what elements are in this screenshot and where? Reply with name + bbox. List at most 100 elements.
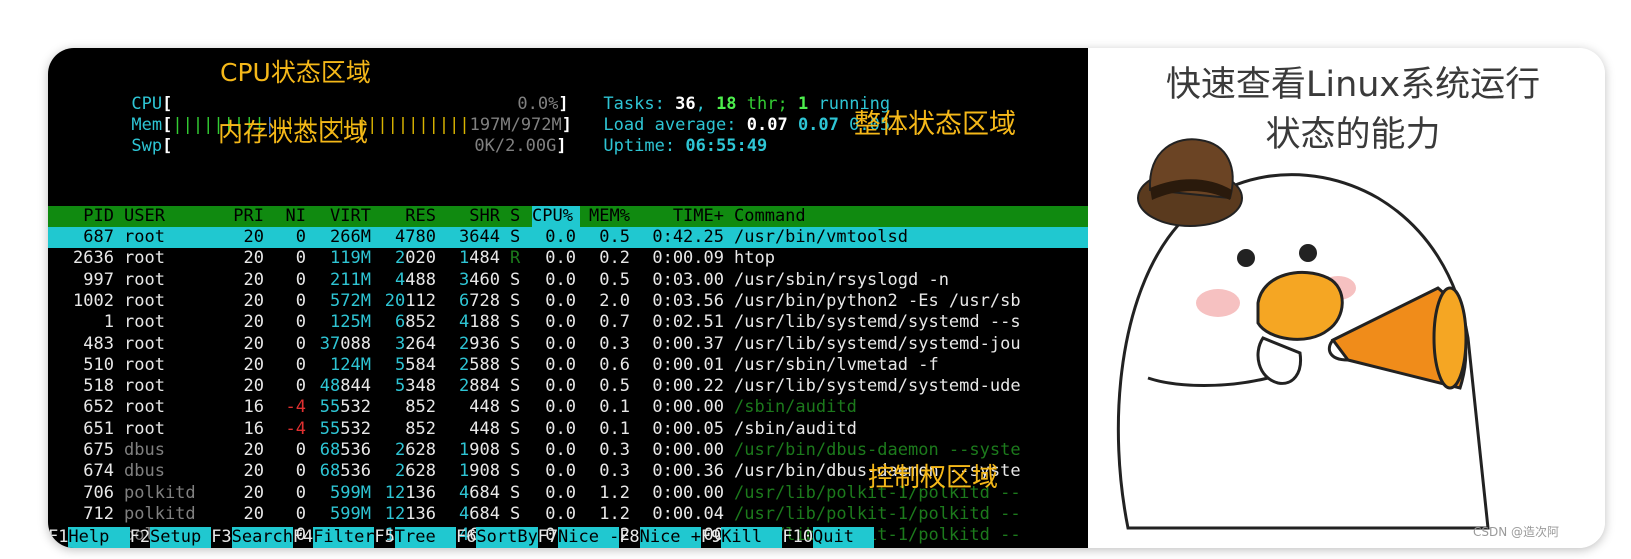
cell-cpu: 0.0: [545, 227, 576, 247]
cell-time: 0:00.00: [652, 482, 724, 503]
fkey-label-f9[interactable]: Kill: [721, 527, 783, 548]
cell-res: 5584: [395, 355, 436, 376]
cell-highlight: 48: [319, 376, 341, 397]
cell-time: 0:00.01: [652, 354, 724, 375]
process-row[interactable]: 483 root 20 0 37088 3264 2936 S 0.0 0.3 0:00.37/us…: [48, 334, 1088, 355]
fkey-f9[interactable]: F9: [701, 527, 721, 548]
process-row[interactable]: 675 dbus 20 0 68536 2628 1908 S 0.0 0.3 0:00.00/us…: [48, 440, 1088, 461]
column-s[interactable]: S: [510, 206, 520, 227]
cell-pri: 20: [243, 227, 264, 247]
cell-highlight: 1: [459, 440, 470, 460]
cell-highlight: 2: [459, 376, 470, 397]
cell-pri: 20: [243, 461, 264, 482]
fkey-f2[interactable]: F2: [130, 527, 150, 548]
cell-user: dbus: [124, 461, 165, 482]
cell-time: 0:00.09: [652, 248, 724, 269]
cell-cmd: htop: [734, 248, 775, 269]
cell-ni: 0: [295, 227, 306, 247]
cell-rest: 484: [469, 248, 500, 269]
column-virt[interactable]: VIRT: [330, 206, 371, 227]
process-row[interactable]: 712 polkitd 20 0 599M 12136 4684 S 0.0 1.2 0:00.04…: [48, 504, 1088, 525]
process-row[interactable]: 510 root 20 0 124M 5584 2588 S 0.0 0.6 0:00.01/usr…: [48, 355, 1088, 376]
watermark: CSDN @造次阿: [1472, 525, 1559, 539]
cell-highlight: 4: [395, 269, 406, 290]
process-row[interactable]: 1 root 20 0 125M 6852 4188 S 0.0 0.7 0:02.51/usr/l…: [48, 312, 1088, 333]
column-res[interactable]: RES: [405, 206, 436, 227]
cell-rest: 908: [469, 461, 500, 482]
cell-highlight: 4: [459, 312, 470, 333]
htop-terminal[interactable]: CPU[ 0.0%] Mem[|||||||||||||||||||||||||…: [48, 48, 1088, 548]
cell-rest: 628: [405, 461, 436, 482]
function-key-bar[interactable]: F1 Help F2 Setup F3 Search F4 Filter F5 Tree F6…: [48, 527, 1088, 548]
cell-cmd: /usr/lib/systemd/systemd-jou: [734, 333, 1021, 354]
fkey-label-f7[interactable]: Nice -: [558, 527, 619, 548]
cell-mem: 2.0: [599, 290, 630, 311]
cell-pri: 16: [243, 418, 264, 439]
fkey-label-f8[interactable]: Nice +: [639, 527, 701, 548]
fkey-f1[interactable]: F1: [48, 527, 68, 548]
mem-bar-segment: |: [203, 115, 214, 135]
column-shr[interactable]: SHR: [469, 206, 500, 227]
cell-highlight: 4: [459, 482, 470, 503]
column-ni[interactable]: NI: [286, 206, 306, 227]
cell-shr: 448: [469, 418, 500, 439]
cell-pid: 674: [83, 461, 114, 482]
cell-highlight: 4: [459, 503, 470, 524]
cell-mem: 0.7: [599, 312, 630, 333]
cell-pri: 20: [243, 248, 264, 269]
column-user[interactable]: USER: [124, 206, 165, 227]
fkey-label-f5[interactable]: Tree: [394, 527, 456, 548]
process-row[interactable]: 997 root 20 0 211M 4488 3460 S 0.0 0.5 0:03.00/usr…: [48, 270, 1088, 291]
cell-highlight: 3: [459, 269, 470, 290]
cell-pri: 20: [243, 312, 264, 333]
cell-virt: 125M: [330, 312, 371, 333]
column-pri[interactable]: PRI: [233, 206, 264, 227]
fkey-label-f1[interactable]: Help: [68, 527, 130, 548]
column-cmd[interactable]: Command: [734, 206, 806, 227]
duck-beak: [1256, 270, 1344, 341]
cell-user: root: [124, 376, 165, 397]
cell-s: S: [510, 440, 521, 460]
fkey-label-f2[interactable]: Setup: [150, 527, 212, 548]
process-row[interactable]: 687 root 20 0 266M 4780 3644 S 0.0 0.5 0:42.25/usr…: [48, 227, 1088, 248]
cell-highlight: 3: [395, 333, 406, 354]
fkey-label-f10[interactable]: Quit: [813, 527, 875, 548]
column-time[interactable]: TIME+: [673, 206, 724, 227]
cell-pri: 20: [243, 440, 264, 460]
fkey-f7[interactable]: F7: [538, 527, 558, 548]
process-row[interactable]: 651 root 16 -4 55532 852 448 S 0.0 0.1 0:00.05/sbi…: [48, 419, 1088, 440]
cell-rest: 536: [340, 461, 371, 482]
cell-res: 12136: [385, 504, 436, 525]
cell-pid: 518: [83, 376, 114, 397]
column-cpu[interactable]: CPU%: [532, 206, 580, 227]
process-row[interactable]: 652 root 16 -4 55532 852 448 S 0.0 0.1 0:00.00/sbi…: [48, 397, 1088, 418]
cell-cpu: 0.0: [545, 354, 576, 375]
fkey-f8[interactable]: F8: [619, 527, 639, 548]
fkey-f10[interactable]: F10: [782, 527, 813, 548]
fkey-label-f4[interactable]: Filter: [313, 527, 375, 548]
cell-highlight: 20: [384, 290, 406, 311]
fkey-f5[interactable]: F5: [374, 527, 394, 548]
cell-pri: 20: [243, 333, 264, 354]
fkey-label-f3[interactable]: Search: [231, 527, 293, 548]
cell-s: S: [510, 333, 521, 354]
cell-mem: 1.2: [599, 482, 630, 503]
fkey-label-f6[interactable]: SortBy: [476, 527, 538, 548]
cell-pri: 20: [243, 376, 264, 397]
column-pid[interactable]: PID: [83, 206, 114, 227]
fkey-f3[interactable]: F3: [211, 527, 231, 548]
process-row[interactable]: 1002 root 20 0 572M 20112 6728 S 0.0 2.0 0:03.56/u…: [48, 291, 1088, 312]
cell-res: 852: [405, 397, 436, 418]
cell-user: root: [124, 397, 165, 418]
cell-rest: 884: [469, 376, 500, 397]
column-mem[interactable]: MEM%: [589, 206, 630, 227]
process-row[interactable]: 2636 root 20 0 119M 2020 1484 R 0.0 0.2 0:00.09 hto…: [48, 248, 1088, 269]
fkey-f6[interactable]: F6: [456, 527, 476, 548]
cell-cpu: 0.0: [545, 290, 576, 311]
cell-ni: 0: [295, 461, 306, 482]
cell-rest: 684: [469, 482, 500, 503]
process-row[interactable]: 518 root 20 0 48844 5348 2884 S 0.0 0.5 0:00.22/us…: [48, 376, 1088, 397]
cell-s: S: [510, 461, 521, 482]
fkey-f4[interactable]: F4: [293, 527, 313, 548]
column-header[interactable]: PID USER PRI NI VIRT RES SHR S CPU% MEM% TIME+ Comm…: [48, 206, 1088, 227]
